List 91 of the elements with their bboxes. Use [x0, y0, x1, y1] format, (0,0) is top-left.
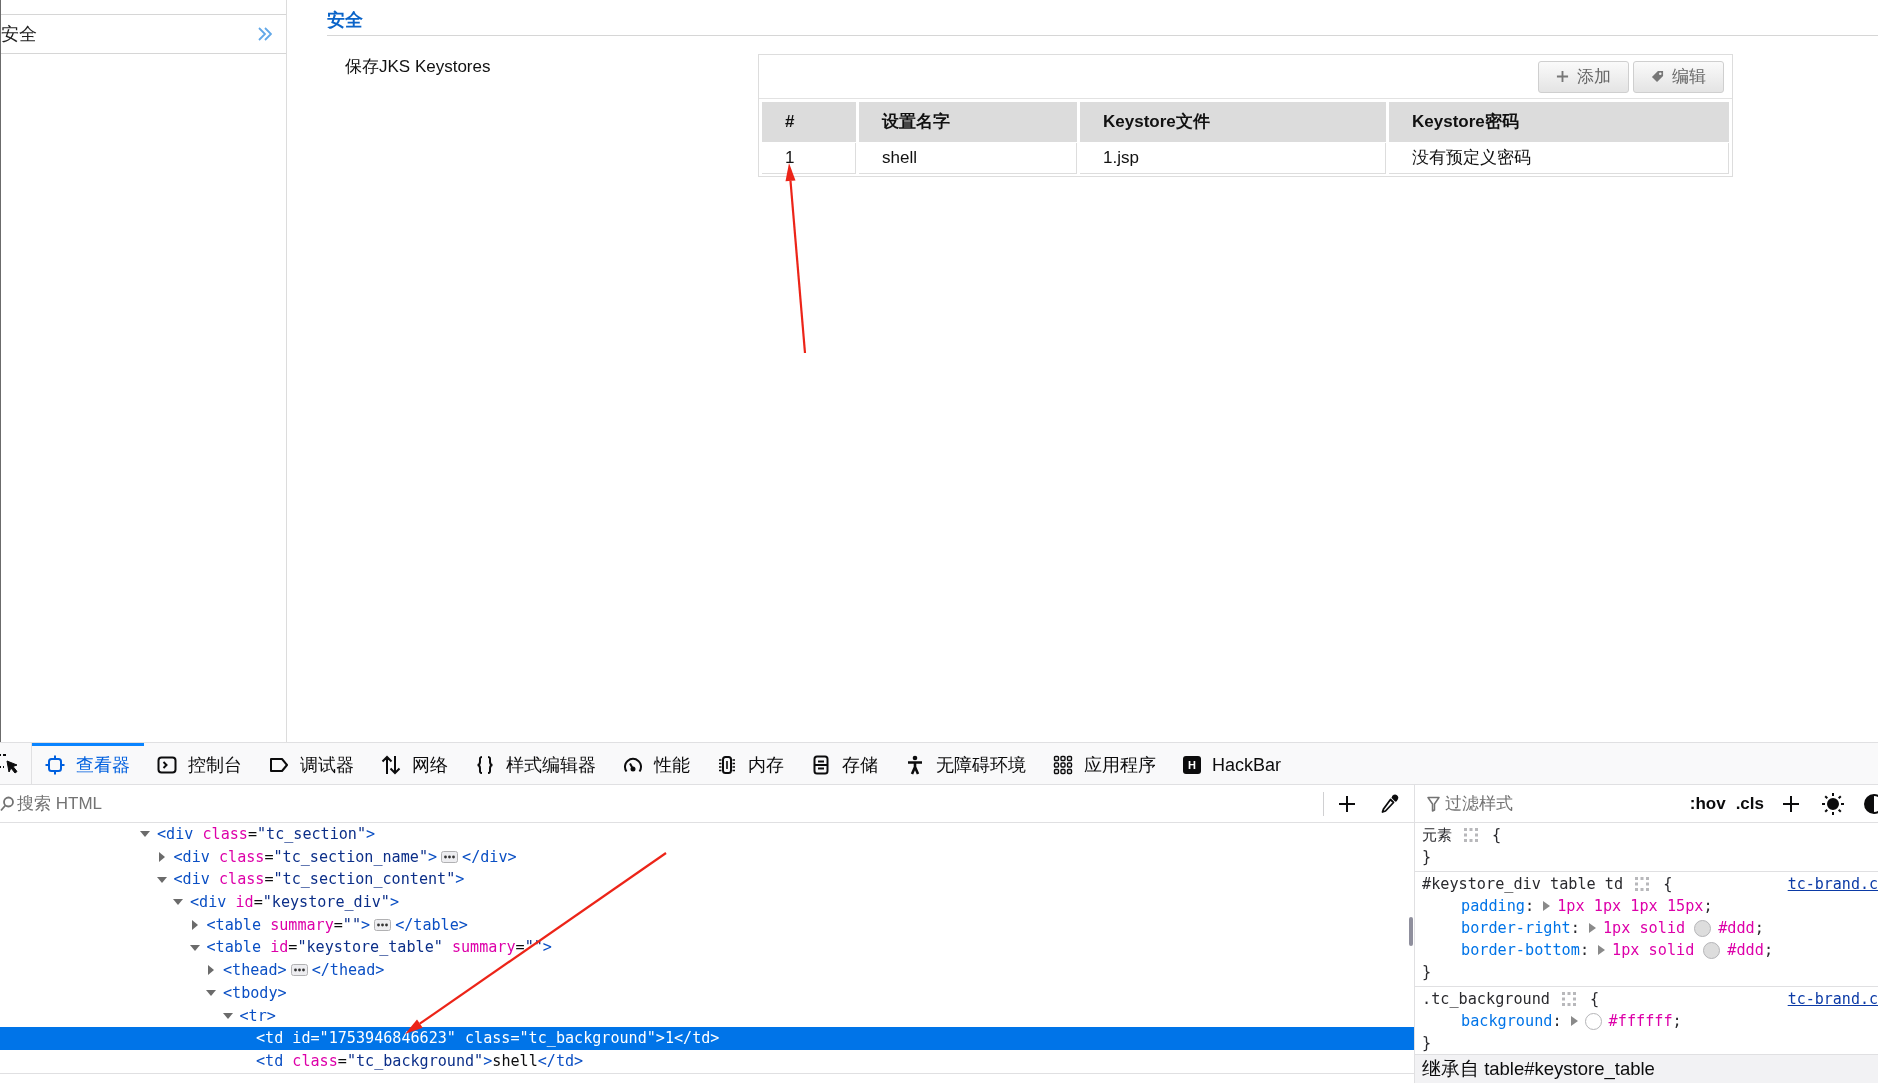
- grid-icon: [1053, 755, 1073, 775]
- table-cell: 没有预定义密码: [1389, 143, 1729, 174]
- html-node-row[interactable]: <thead> </thead>: [0, 959, 385, 982]
- dotted-grid-icon[interactable]: [1464, 828, 1478, 842]
- column-header: Keystore文件: [1080, 102, 1386, 142]
- expand-triangle-icon[interactable]: [1588, 923, 1596, 933]
- expand-triangle-icon[interactable]: [206, 965, 216, 976]
- html-node-row[interactable]: <div class="tc_section">: [0, 823, 376, 846]
- crosshair-square-icon: [45, 755, 65, 775]
- tag-icon: [1651, 70, 1664, 83]
- css-value[interactable]: 1px solid: [1612, 938, 1695, 962]
- toolbar-button[interactable]: 添加: [1538, 60, 1629, 93]
- toggle-button[interactable]: :hov: [1689, 790, 1726, 817]
- css-selector: .tc_background: [1422, 988, 1550, 1010]
- ellipsis-icon[interactable]: [290, 964, 308, 977]
- css-brace: }: [1422, 961, 1432, 983]
- search-html-field[interactable]: 搜索 HTML: [17, 785, 1323, 822]
- html-node-row[interactable]: <td class="tc_background">shell</td>: [0, 1049, 584, 1073]
- drawer-icon: [811, 755, 831, 775]
- html-node-row[interactable]: <div class="tc_section_name"> </div>: [0, 845, 517, 869]
- scrollbar-thumb[interactable]: [1409, 917, 1413, 946]
- expand-triangle-icon[interactable]: [1543, 901, 1551, 911]
- expand-triangle-icon[interactable]: [222, 1010, 233, 1021]
- css-value[interactable]: #ffffff;: [1608, 1009, 1682, 1033]
- up-down-arrows-icon: [381, 755, 401, 775]
- column-header: Keystore密码: [1389, 102, 1729, 142]
- toggle-button[interactable]: .cls: [1735, 790, 1764, 817]
- contrast-icon[interactable]: [1863, 792, 1878, 815]
- setting-label: 保存JKS Keystores: [345, 57, 491, 76]
- filter-styles-field[interactable]: 过滤样式: [1445, 785, 1665, 822]
- table-cell: 1.jsp: [1080, 143, 1386, 174]
- table-cell: shell: [859, 143, 1077, 174]
- color-swatch-icon[interactable]: [1584, 1012, 1602, 1030]
- inherited-header: 继承自 table#keystore_table: [1422, 1057, 1655, 1082]
- css-property[interactable]: border-bottom:: [1461, 938, 1590, 962]
- color-swatch-icon[interactable]: [1694, 919, 1712, 937]
- add-icon[interactable]: [1782, 794, 1800, 813]
- column-header: #: [762, 102, 856, 142]
- column-header: 设置名字: [859, 102, 1077, 142]
- chip-icon: [717, 755, 737, 775]
- html-node-row[interactable]: <table summary=""> </table>: [0, 913, 468, 937]
- css-property[interactable]: border-right:: [1461, 916, 1580, 940]
- tag-outline-icon: [269, 755, 289, 775]
- section-title: 安全: [327, 8, 363, 32]
- source-link[interactable]: tc-brand.c: [1787, 872, 1878, 896]
- css-brace: }: [1422, 846, 1432, 868]
- expand-triangle-icon[interactable]: [1570, 1016, 1578, 1026]
- terminal-icon: [157, 755, 177, 775]
- sidebar-item[interactable]: 安全: [1, 15, 286, 54]
- expand-triangle-icon[interactable]: [1598, 945, 1606, 955]
- person-icon: [905, 755, 925, 775]
- html-node-row[interactable]: <td id="1753946846623" class="tc_background">1</td>: [0, 1027, 1414, 1050]
- html-node-row[interactable]: <tbody>: [0, 981, 287, 1005]
- css-value[interactable]: #ddd;: [1718, 916, 1764, 940]
- html-node-row[interactable]: <div class="tc_section_content">: [0, 868, 465, 892]
- html-node-row[interactable]: <div id="keystore_div">: [0, 891, 400, 914]
- source-link[interactable]: tc-brand.c: [1787, 987, 1878, 1011]
- css-brace: {: [1492, 824, 1502, 846]
- expand-triangle-icon[interactable]: [156, 852, 167, 863]
- expand-triangle-icon[interactable]: [189, 920, 200, 931]
- braces-icon: [475, 755, 495, 775]
- double-chevron-icon: [257, 26, 272, 42]
- css-property[interactable]: padding:: [1461, 894, 1535, 918]
- css-value[interactable]: #ddd;: [1727, 938, 1774, 962]
- html-node-row[interactable]: <tr>: [0, 1004, 276, 1028]
- dotted-grid-icon[interactable]: [1635, 877, 1650, 891]
- toolbar-button[interactable]: 编辑: [1633, 60, 1724, 93]
- css-brace: {: [1590, 988, 1600, 1010]
- eyedropper-icon[interactable]: [1381, 793, 1399, 814]
- css-value[interactable]: 1px 1px 1px 15px;: [1557, 894, 1713, 918]
- ellipsis-icon[interactable]: [374, 919, 392, 932]
- search-icon: [0, 795, 14, 812]
- element-picker-icon[interactable]: [0, 752, 20, 775]
- table-cell: 1: [762, 143, 856, 174]
- css-value[interactable]: 1px solid: [1602, 916, 1686, 940]
- color-swatch-icon[interactable]: [1703, 941, 1721, 959]
- css-brace: {: [1663, 873, 1673, 895]
- filter-icon: [1427, 795, 1440, 812]
- css-brace: }: [1422, 1032, 1432, 1054]
- plus-icon: [1556, 70, 1569, 83]
- css-selector: 元素: [1422, 824, 1452, 846]
- add-icon[interactable]: [1338, 794, 1356, 813]
- expand-triangle-icon[interactable]: [189, 942, 200, 953]
- css-selector: #keystore_div table td: [1422, 873, 1624, 895]
- expand-triangle-icon[interactable]: [156, 874, 167, 885]
- dotted-grid-icon[interactable]: [1562, 992, 1576, 1006]
- ellipsis-icon[interactable]: [441, 851, 459, 864]
- gauge-icon: [623, 755, 643, 775]
- logo-tile: H: [1183, 756, 1201, 774]
- sun-icon[interactable]: [1821, 791, 1845, 816]
- css-property[interactable]: background:: [1461, 1009, 1562, 1033]
